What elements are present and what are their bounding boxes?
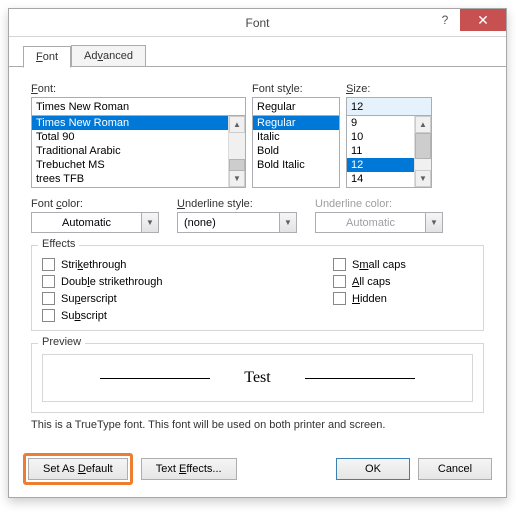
text-effects-button[interactable]: Text Effects... bbox=[141, 458, 237, 480]
titlebar-buttons: ? ✕ bbox=[430, 9, 506, 31]
help-button[interactable]: ? bbox=[430, 9, 460, 31]
tab-advanced[interactable]: Advanced bbox=[71, 45, 146, 66]
font-row: Font: Times New Roman Total 90 Tradition… bbox=[31, 83, 484, 188]
checkbox-icon bbox=[42, 292, 55, 305]
font-color-value: Automatic bbox=[32, 217, 141, 229]
preview-box: Test bbox=[42, 354, 473, 402]
checkbox-icon bbox=[42, 258, 55, 271]
list-item[interactable]: Times New Roman bbox=[32, 116, 228, 130]
tab-strip: Font Advanced bbox=[9, 37, 506, 67]
titlebar: Font ? ✕ bbox=[9, 9, 506, 37]
list-item[interactable]: Italic bbox=[253, 130, 339, 144]
close-icon: ✕ bbox=[477, 12, 489, 29]
underline-style-value: (none) bbox=[178, 217, 279, 229]
list-item[interactable]: 9 bbox=[347, 116, 414, 130]
preview-note: This is a TrueType font. This font will … bbox=[31, 419, 484, 431]
font-color-combo[interactable]: Automatic ▼ bbox=[31, 212, 159, 233]
set-as-default-button[interactable]: Set As Default bbox=[28, 458, 128, 480]
scroll-thumb[interactable] bbox=[229, 159, 245, 171]
preview-rule bbox=[100, 378, 210, 379]
scrollbar[interactable]: ▲ ▼ bbox=[228, 116, 245, 187]
underline-color-col: Underline color: Automatic ▼ bbox=[315, 198, 443, 233]
list-item[interactable]: 10 bbox=[347, 130, 414, 144]
checkbox-icon bbox=[333, 275, 346, 288]
list-item[interactable]: Regular bbox=[253, 116, 339, 130]
font-listbox[interactable]: Times New Roman Total 90 Traditional Ara… bbox=[31, 116, 246, 188]
scroll-track[interactable] bbox=[229, 133, 245, 170]
chevron-down-icon[interactable]: ▼ bbox=[141, 213, 158, 232]
style-label: Font style: bbox=[252, 83, 340, 95]
scroll-up-icon[interactable]: ▲ bbox=[229, 116, 245, 133]
underline-style-label: Underline style: bbox=[177, 198, 297, 210]
underline-style-combo[interactable]: (none) ▼ bbox=[177, 212, 297, 233]
checkbox-icon bbox=[42, 309, 55, 322]
chevron-down-icon: ▼ bbox=[425, 213, 442, 232]
checkbox-icon bbox=[42, 275, 55, 288]
style-listbox[interactable]: Regular Italic Bold Bold Italic bbox=[252, 116, 340, 188]
chevron-down-icon[interactable]: ▼ bbox=[279, 213, 296, 232]
list-item[interactable]: Total 90 bbox=[32, 130, 228, 144]
superscript-checkbox[interactable]: Superscript bbox=[42, 292, 333, 305]
scroll-up-icon[interactable]: ▲ bbox=[415, 116, 431, 133]
size-list[interactable]: 9 10 11 12 14 bbox=[347, 116, 414, 187]
underline-color-value: Automatic bbox=[316, 217, 425, 229]
list-item[interactable]: 11 bbox=[347, 144, 414, 158]
scrollbar[interactable]: ▲ ▼ bbox=[414, 116, 431, 187]
scroll-down-icon[interactable]: ▼ bbox=[229, 170, 245, 187]
size-label: Size: bbox=[346, 83, 432, 95]
tab-content: Font: Times New Roman Total 90 Tradition… bbox=[9, 67, 506, 443]
hidden-checkbox[interactable]: Hidden bbox=[333, 292, 473, 305]
font-column: Font: Times New Roman Total 90 Tradition… bbox=[31, 83, 246, 188]
set-default-highlight: Set As Default bbox=[23, 453, 133, 485]
effects-group: Effects Strikethrough Double strikethrou… bbox=[31, 245, 484, 331]
color-row: Font color: Automatic ▼ Underline style:… bbox=[31, 198, 484, 233]
effects-legend: Effects bbox=[38, 238, 79, 250]
effects-right: Small caps All caps Hidden bbox=[333, 258, 473, 322]
underline-style-col: Underline style: (none) ▼ bbox=[177, 198, 297, 233]
close-button[interactable]: ✕ bbox=[460, 9, 506, 31]
small-caps-checkbox[interactable]: Small caps bbox=[333, 258, 473, 271]
font-color-col: Font color: Automatic ▼ bbox=[31, 198, 159, 233]
underline-color-combo: Automatic ▼ bbox=[315, 212, 443, 233]
font-list[interactable]: Times New Roman Total 90 Traditional Ara… bbox=[32, 116, 228, 187]
preview-group: Preview Test bbox=[31, 343, 484, 413]
style-input[interactable] bbox=[252, 97, 340, 116]
all-caps-checkbox[interactable]: All caps bbox=[333, 275, 473, 288]
scroll-track[interactable] bbox=[415, 133, 431, 170]
list-item[interactable]: Trebuchet MS bbox=[32, 158, 228, 172]
ok-button[interactable]: OK bbox=[336, 458, 410, 480]
effects-left: Strikethrough Double strikethrough Super… bbox=[42, 258, 333, 322]
list-item[interactable]: Bold Italic bbox=[253, 158, 339, 172]
dialog-footer: Set As Default Text Effects... OK Cancel bbox=[9, 443, 506, 497]
checkbox-icon bbox=[333, 292, 346, 305]
style-column: Font style: Regular Italic Bold Bold Ita… bbox=[252, 83, 340, 188]
preview-rule bbox=[305, 378, 415, 379]
strikethrough-checkbox[interactable]: Strikethrough bbox=[42, 258, 333, 271]
list-item[interactable]: trees TFB bbox=[32, 172, 228, 186]
size-input[interactable] bbox=[346, 97, 432, 116]
underline-color-label: Underline color: bbox=[315, 198, 443, 210]
preview-text: Test bbox=[218, 369, 296, 387]
size-listbox[interactable]: 9 10 11 12 14 ▲ ▼ bbox=[346, 116, 432, 188]
preview-legend: Preview bbox=[38, 336, 85, 348]
font-label: Font: bbox=[31, 83, 246, 95]
size-column: Size: 9 10 11 12 14 ▲ ▼ bbox=[346, 83, 432, 188]
style-list[interactable]: Regular Italic Bold Bold Italic bbox=[253, 116, 339, 187]
list-item[interactable]: 12 bbox=[347, 158, 414, 172]
font-dialog: Font ? ✕ Font Advanced Font: Times New R… bbox=[8, 8, 507, 498]
list-item[interactable]: 14 bbox=[347, 172, 414, 186]
list-item[interactable]: Bold bbox=[253, 144, 339, 158]
tab-font[interactable]: Font bbox=[23, 46, 71, 68]
list-item[interactable]: Traditional Arabic bbox=[32, 144, 228, 158]
effects-row: Strikethrough Double strikethrough Super… bbox=[42, 258, 473, 322]
cancel-button[interactable]: Cancel bbox=[418, 458, 492, 480]
subscript-checkbox[interactable]: Subscript bbox=[42, 309, 333, 322]
font-color-label: Font color: bbox=[31, 198, 159, 210]
checkbox-icon bbox=[333, 258, 346, 271]
double-strikethrough-checkbox[interactable]: Double strikethrough bbox=[42, 275, 333, 288]
font-input[interactable] bbox=[31, 97, 246, 116]
scroll-down-icon[interactable]: ▼ bbox=[415, 170, 431, 187]
scroll-thumb[interactable] bbox=[415, 133, 431, 159]
